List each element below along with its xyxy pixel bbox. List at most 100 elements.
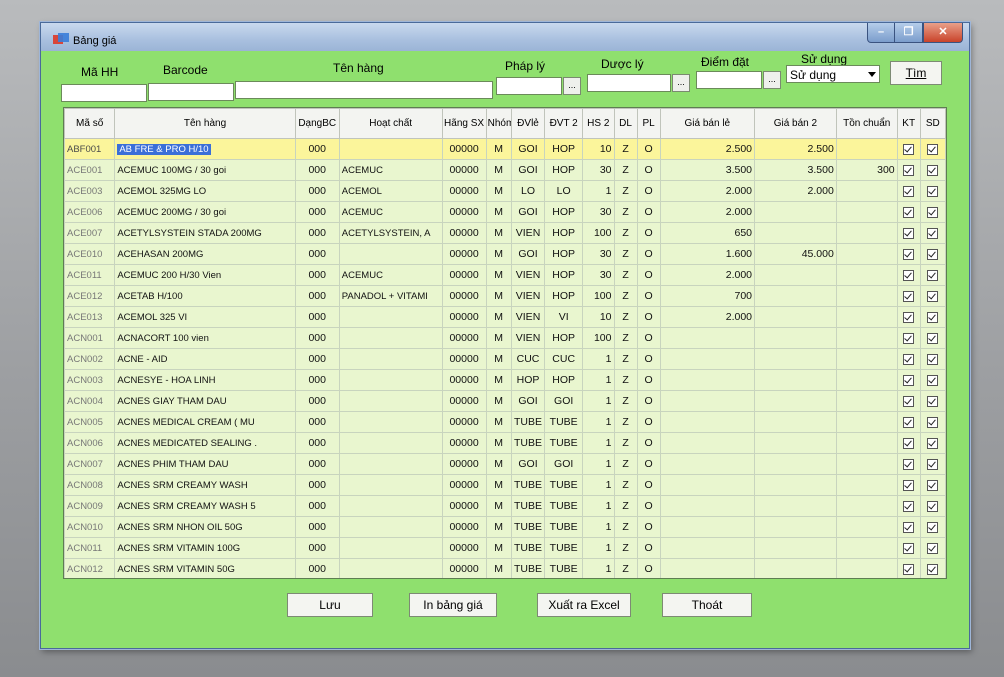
cell-dl[interactable]: Z <box>613 285 638 307</box>
cell-ten-hang[interactable]: ACNES SRM NHON OIL 50G <box>114 516 296 538</box>
cell-gia-ban-2[interactable] <box>754 411 837 433</box>
cell-ton-chuan[interactable] <box>835 495 898 517</box>
cell-ten-hang[interactable]: ACNACORT 100 vien <box>114 327 296 349</box>
header-dv-le[interactable]: ĐVlẻ <box>510 108 546 139</box>
cell-hoat-chat[interactable]: ACEMUC <box>338 201 443 223</box>
kt-checkbox[interactable] <box>903 521 915 533</box>
cell-ton-chuan[interactable] <box>835 474 898 496</box>
cell-nhom[interactable]: M <box>485 558 512 578</box>
table-row[interactable]: ACE007 ACETYLSYSTEIN STADA 200MG 000 ACETYL… <box>64 222 946 244</box>
cell-nhom[interactable]: M <box>485 327 512 349</box>
cell-dang-bc[interactable]: 000 <box>294 327 340 349</box>
cell-ma-so[interactable]: ACN010 <box>64 516 116 538</box>
cell-ten-hang[interactable]: ACEMUC 100MG / 30 goi <box>114 159 296 181</box>
duoc-ly-browse-button[interactable]: ... <box>672 74 690 92</box>
cell-gia-ban-2[interactable] <box>754 537 837 559</box>
cell-dvt2[interactable]: HOP <box>544 243 584 265</box>
cell-dv-le[interactable]: VIEN <box>510 222 546 244</box>
cell-ton-chuan[interactable] <box>835 180 898 202</box>
exit-button[interactable]: Thoát <box>662 593 752 617</box>
ma-hh-input[interactable] <box>61 84 147 102</box>
kt-checkbox[interactable] <box>903 290 915 302</box>
cell-ton-chuan[interactable]: 300 <box>835 159 898 181</box>
cell-ten-hang[interactable]: ACNE - AID <box>114 348 296 370</box>
cell-ma-so[interactable]: ACN003 <box>64 369 116 391</box>
kt-checkbox[interactable] <box>903 332 915 344</box>
table-row[interactable]: ACN006 ACNES MEDICATED SEALING . 000 00000 M… <box>64 432 946 454</box>
cell-dv-le[interactable]: GOI <box>510 243 546 265</box>
cell-hs2[interactable]: 30 <box>582 264 615 286</box>
cell-ten-hang[interactable]: ACNES GIAY THAM DAU <box>114 390 296 412</box>
cell-ma-so[interactable]: ACE010 <box>64 243 116 265</box>
cell-dvt2[interactable]: HOP <box>544 369 584 391</box>
cell-hoat-chat[interactable] <box>338 558 443 578</box>
header-ten-hang[interactable]: Tên hàng <box>114 108 296 139</box>
phap-ly-browse-button[interactable]: ... <box>563 77 581 95</box>
cell-nhom[interactable]: M <box>485 159 512 181</box>
cell-dvt2[interactable]: HOP <box>544 222 584 244</box>
cell-dang-bc[interactable]: 000 <box>294 285 340 307</box>
header-pl[interactable]: PL <box>636 108 661 139</box>
table-row[interactable]: ACN012 ACNES SRM VITAMIN 50G 000 00000 M TUBE… <box>64 558 946 578</box>
cell-hoat-chat[interactable] <box>338 453 443 475</box>
header-ton-chuan[interactable]: Tồn chuẩn <box>835 108 898 139</box>
minimize-button[interactable]: – <box>867 23 895 43</box>
kt-checkbox[interactable] <box>903 437 915 449</box>
cell-dvt2[interactable]: TUBE <box>544 411 584 433</box>
cell-pl[interactable]: O <box>636 411 661 433</box>
cell-hs2[interactable]: 1 <box>582 432 615 454</box>
cell-hoat-chat[interactable] <box>338 537 443 559</box>
print-price-list-button[interactable]: In bảng giá <box>409 593 497 617</box>
cell-ten-hang[interactable]: ACETYLSYSTEIN STADA 200MG <box>114 222 296 244</box>
cell-dvt2[interactable]: HOP <box>544 327 584 349</box>
cell-ma-so[interactable]: ACE003 <box>64 180 116 202</box>
sd-checkbox[interactable] <box>927 290 939 302</box>
cell-nhom[interactable]: M <box>485 516 512 538</box>
kt-checkbox[interactable] <box>903 311 915 323</box>
cell-dv-le[interactable]: HOP <box>510 369 546 391</box>
cell-dvt2[interactable]: TUBE <box>544 474 584 496</box>
sd-checkbox[interactable] <box>927 479 939 491</box>
cell-dl[interactable]: Z <box>613 495 638 517</box>
cell-ten-hang[interactable]: ACNES SRM CREAMY WASH 5 <box>114 495 296 517</box>
cell-nhom[interactable]: M <box>485 474 512 496</box>
cell-pl[interactable]: O <box>636 474 661 496</box>
cell-dv-le[interactable]: VIEN <box>510 306 546 328</box>
cell-ton-chuan[interactable] <box>835 264 898 286</box>
cell-hang-sx[interactable]: 00000 <box>441 558 487 578</box>
sd-checkbox[interactable] <box>927 563 939 575</box>
sd-checkbox[interactable] <box>927 164 939 176</box>
cell-ton-chuan[interactable] <box>835 327 898 349</box>
cell-pl[interactable]: O <box>636 495 661 517</box>
cell-hang-sx[interactable]: 00000 <box>441 432 487 454</box>
kt-checkbox[interactable] <box>903 542 915 554</box>
cell-ten-hang[interactable]: ACEMUC 200 H/30 Vien <box>114 264 296 286</box>
cell-nhom[interactable]: M <box>485 243 512 265</box>
cell-ten-hang[interactable]: ACNES PHIM THAM DAU <box>114 453 296 475</box>
cell-dv-le[interactable]: GOI <box>510 201 546 223</box>
cell-ten-hang[interactable]: ACNESYE - HOA LINH <box>114 369 296 391</box>
cell-gia-ban-2[interactable] <box>754 369 837 391</box>
cell-hoat-chat[interactable] <box>338 411 443 433</box>
cell-ton-chuan[interactable] <box>835 138 898 160</box>
cell-dvt2[interactable]: TUBE <box>544 558 584 578</box>
cell-hoat-chat[interactable] <box>338 369 443 391</box>
cell-gia-ban-le[interactable] <box>659 411 756 433</box>
kt-checkbox[interactable] <box>903 164 915 176</box>
cell-ten-hang[interactable]: ACEHASAN 200MG <box>114 243 296 265</box>
cell-gia-ban-le[interactable]: 2.000 <box>659 201 756 223</box>
cell-dv-le[interactable]: TUBE <box>510 474 546 496</box>
cell-dl[interactable]: Z <box>613 243 638 265</box>
cell-ton-chuan[interactable] <box>835 411 898 433</box>
cell-hoat-chat[interactable] <box>338 432 443 454</box>
cell-gia-ban-2[interactable]: 2.500 <box>754 138 837 160</box>
cell-hs2[interactable]: 10 <box>582 306 615 328</box>
cell-nhom[interactable]: M <box>485 306 512 328</box>
cell-dang-bc[interactable]: 000 <box>294 390 340 412</box>
cell-hang-sx[interactable]: 00000 <box>441 348 487 370</box>
cell-gia-ban-le[interactable]: 2.500 <box>659 138 756 160</box>
cell-dang-bc[interactable]: 000 <box>294 432 340 454</box>
cell-gia-ban-2[interactable] <box>754 264 837 286</box>
header-kt[interactable]: KT <box>896 108 921 139</box>
cell-ma-so[interactable]: ACN009 <box>64 495 116 517</box>
